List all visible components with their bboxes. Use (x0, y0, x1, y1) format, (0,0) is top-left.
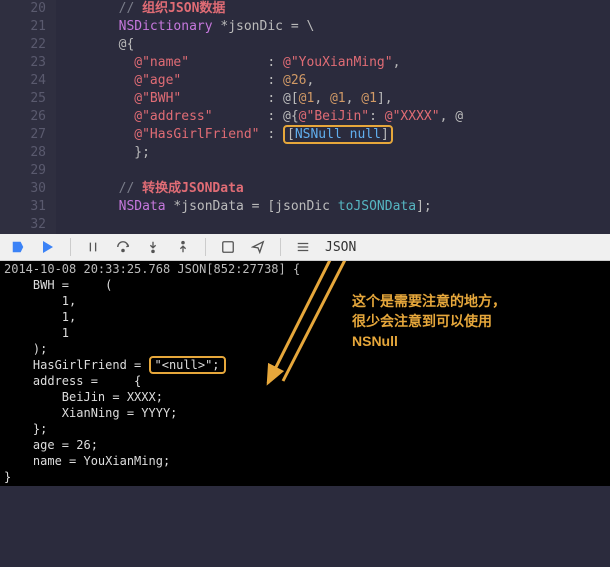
console-line: 1, (0, 309, 610, 325)
code-content: // 组织JSON数据 (56, 0, 610, 18)
console-line: 2014-10-08 20:33:25.768 JSON[852:27738] … (0, 261, 610, 277)
location-icon[interactable] (250, 239, 266, 255)
line-number: 22 (0, 36, 56, 54)
console-line: HasGirlFriend = "<null>"; (0, 357, 610, 373)
console-line: } (0, 469, 610, 485)
debug-console[interactable]: 这个是需要注意的地方， 很少会注意到可以使用 NSNull 2014-10-08… (0, 261, 610, 486)
step-over-icon[interactable] (115, 239, 131, 255)
continue-icon[interactable] (40, 239, 56, 255)
line-number: 26 (0, 108, 56, 126)
line-number: 30 (0, 180, 56, 198)
code-line[interactable]: 22 @{ (0, 36, 610, 54)
console-line: 1, (0, 293, 610, 309)
code-line[interactable]: 30 // 转换成JSONData (0, 180, 610, 198)
line-number: 20 (0, 0, 56, 18)
line-number: 25 (0, 90, 56, 108)
line-number: 28 (0, 144, 56, 162)
highlight-box: "<null>"; (149, 356, 226, 374)
divider (280, 238, 281, 256)
code-line[interactable]: 28 }; (0, 144, 610, 162)
annotation-text: 这个是需要注意的地方， 很少会注意到可以使用 NSNull (352, 291, 506, 351)
view-debugger-icon[interactable] (220, 239, 236, 255)
code-content (56, 162, 610, 180)
code-line[interactable]: 26 @"address" : @{@"BeiJin": @"XXXX", @ (0, 108, 610, 126)
code-content: @"HasGirlFriend" : [NSNull null] (56, 126, 610, 144)
pause-icon[interactable] (85, 239, 101, 255)
code-line[interactable]: 32 (0, 216, 610, 234)
console-line: ); (0, 341, 610, 357)
code-line[interactable]: 20 // 组织JSON数据 (0, 0, 610, 18)
console-line: name = YouXianMing; (0, 453, 610, 469)
code-content: @"address" : @{@"BeiJin": @"XXXX", @ (56, 108, 610, 126)
code-content: // 转换成JSONData (56, 180, 610, 198)
log-timestamp: 2014-10-08 20:33:25.768 JSON[852:27738] … (4, 262, 300, 276)
code-line[interactable]: 24 @"age" : @26, (0, 72, 610, 90)
code-line[interactable]: 29 (0, 162, 610, 180)
line-number: 32 (0, 216, 56, 234)
console-line: 1 (0, 325, 610, 341)
console-line: XianNing = YYYY; (0, 405, 610, 421)
code-content (56, 216, 610, 234)
process-label: JSON (325, 240, 356, 255)
code-editor[interactable]: 20 // 组织JSON数据21 NSDictionary *jsonDic =… (0, 0, 610, 234)
code-line[interactable]: 25 @"BWH" : @[@1, @1, @1], (0, 90, 610, 108)
debug-toolbar: JSON (0, 234, 610, 261)
code-line[interactable]: 21 NSDictionary *jsonDic = \ (0, 18, 610, 36)
line-number: 23 (0, 54, 56, 72)
line-number: 21 (0, 18, 56, 36)
code-content: }; (56, 144, 610, 162)
console-line: address = { (0, 373, 610, 389)
code-content: @"BWH" : @[@1, @1, @1], (56, 90, 610, 108)
code-content: NSData *jsonData = [jsonDic toJSONData]; (56, 198, 610, 216)
scope-icon[interactable] (295, 239, 311, 255)
code-content: @{ (56, 36, 610, 54)
line-number: 31 (0, 198, 56, 216)
console-line: age = 26; (0, 437, 610, 453)
console-line: }; (0, 421, 610, 437)
code-content: NSDictionary *jsonDic = \ (56, 18, 610, 36)
code-content: @"age" : @26, (56, 72, 610, 90)
line-number: 27 (0, 126, 56, 144)
line-number: 29 (0, 162, 56, 180)
console-line: BWH = ( (0, 277, 610, 293)
highlight-box: [NSNull null] (283, 125, 393, 144)
step-out-icon[interactable] (175, 239, 191, 255)
divider (205, 238, 206, 256)
divider (70, 238, 71, 256)
code-line[interactable]: 27 @"HasGirlFriend" : [NSNull null] (0, 126, 610, 144)
console-line: BeiJin = XXXX; (0, 389, 610, 405)
line-number: 24 (0, 72, 56, 90)
code-line[interactable]: 23 @"name" : @"YouXianMing", (0, 54, 610, 72)
breakpoint-toggle-icon[interactable] (10, 239, 26, 255)
step-in-icon[interactable] (145, 239, 161, 255)
code-line[interactable]: 31 NSData *jsonData = [jsonDic toJSONDat… (0, 198, 610, 216)
code-content: @"name" : @"YouXianMing", (56, 54, 610, 72)
